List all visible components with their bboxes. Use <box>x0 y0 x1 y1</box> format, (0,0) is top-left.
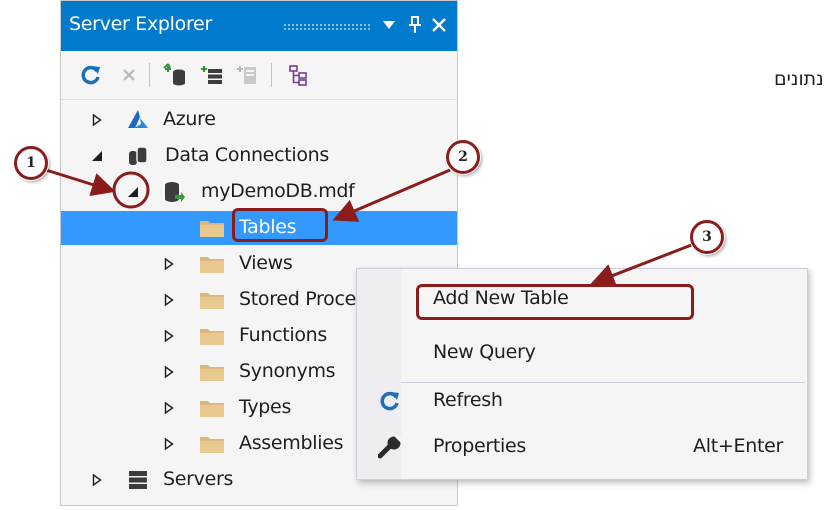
expand-assemblies-toggle[interactable] <box>161 436 177 452</box>
azure-icon <box>125 108 151 132</box>
expand-functions-toggle[interactable] <box>161 328 177 344</box>
folder-icon <box>199 360 225 384</box>
refresh-icon <box>377 389 403 413</box>
menu-item-refresh[interactable]: Refresh <box>357 379 807 423</box>
expand-stored-procedures-toggle[interactable] <box>161 292 177 308</box>
expand-arrow-icon <box>164 438 174 450</box>
servers-icon <box>125 468 151 492</box>
functions-label: Functions <box>239 324 328 346</box>
callout-1: 1 <box>14 146 48 180</box>
tree-node-database[interactable]: myDemoDB.mdf <box>61 175 457 209</box>
folder-icon <box>199 432 225 456</box>
menu-item-new-query[interactable]: New Query <box>357 331 807 375</box>
expand-arrow-icon <box>164 402 174 414</box>
folder-icon <box>199 396 225 420</box>
menu-item-properties[interactable]: Properties Alt+Enter <box>357 425 807 469</box>
expand-views-toggle[interactable] <box>161 256 177 272</box>
close-icon <box>432 18 446 32</box>
stop-button[interactable] <box>113 59 145 91</box>
collapse-arrow-icon <box>128 187 138 197</box>
wrench-icon <box>377 435 403 459</box>
database-icon <box>161 180 187 204</box>
drag-grip[interactable] <box>283 23 371 31</box>
collapse-arrow-icon <box>92 151 102 161</box>
expand-azure-toggle[interactable] <box>89 112 105 128</box>
refresh-label: Refresh <box>433 389 503 411</box>
expand-arrow-icon <box>164 330 174 342</box>
stop-icon <box>123 69 135 81</box>
folder-icon <box>199 252 225 276</box>
connect-to-server-button[interactable] <box>195 59 227 91</box>
data-connections-label: Data Connections <box>165 144 330 166</box>
object-browser-icon <box>289 65 307 86</box>
azure-label: Azure <box>163 108 216 130</box>
folder-icon <box>199 288 225 312</box>
collapse-database-toggle[interactable] <box>125 184 141 200</box>
assemblies-label: Assemblies <box>239 432 344 454</box>
triangle-down-icon <box>383 21 395 29</box>
new-query-label: New Query <box>433 341 536 363</box>
expand-arrow-icon <box>164 366 174 378</box>
connect-to-sharepoint-button[interactable] <box>231 59 263 91</box>
object-browser-button[interactable] <box>283 59 315 91</box>
synonyms-label: Synonyms <box>239 360 336 382</box>
collapse-data-connections-toggle[interactable] <box>89 148 105 164</box>
callout-3: 3 <box>690 220 724 254</box>
close-panel-button[interactable] <box>425 9 453 41</box>
folder-icon <box>199 216 225 240</box>
expand-arrow-icon <box>92 474 102 486</box>
connect-to-database-button[interactable] <box>159 59 191 91</box>
refresh-icon <box>81 65 100 85</box>
window-position-dropdown-button[interactable] <box>375 9 403 41</box>
database-label: myDemoDB.mdf <box>201 180 355 202</box>
tree-node-azure[interactable]: Azure <box>61 103 457 137</box>
panel-title-bar[interactable]: Server Explorer <box>61 1 457 51</box>
expand-servers-toggle[interactable] <box>89 472 105 488</box>
expand-types-toggle[interactable] <box>161 400 177 416</box>
folder-icon <box>199 324 225 348</box>
add-new-table-highlight-box <box>416 284 694 320</box>
properties-shortcut: Alt+Enter <box>693 435 783 457</box>
expand-arrow-icon <box>164 258 174 270</box>
expand-arrow-icon <box>92 114 102 126</box>
types-label: Types <box>239 396 292 418</box>
connect-to-database-icon <box>163 63 185 86</box>
views-label: Views <box>239 252 293 274</box>
panel-toolbar <box>61 51 457 100</box>
expand-arrow-icon <box>164 294 174 306</box>
properties-label: Properties <box>433 435 527 457</box>
connect-to-sharepoint-icon <box>237 66 256 84</box>
connect-to-server-icon <box>201 66 222 84</box>
tree-node-data-connections[interactable]: Data Connections <box>61 139 457 173</box>
expand-synonyms-toggle[interactable] <box>161 364 177 380</box>
background-hebrew-text: נתונים <box>774 68 824 90</box>
tables-highlight-box <box>232 208 328 242</box>
data-connections-icon <box>125 144 151 168</box>
refresh-button[interactable] <box>75 59 107 91</box>
servers-label: Servers <box>163 468 234 490</box>
callout-2: 2 <box>446 140 480 174</box>
panel-title: Server Explorer <box>69 13 212 35</box>
pin-icon <box>409 16 421 33</box>
